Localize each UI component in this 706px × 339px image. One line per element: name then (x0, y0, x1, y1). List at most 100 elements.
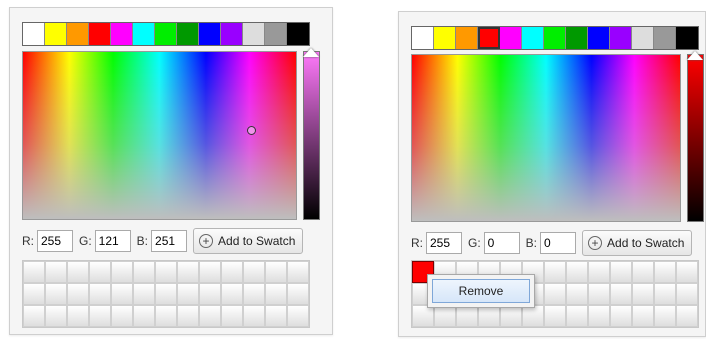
brightness-slider[interactable] (303, 48, 320, 220)
swatch-slot[interactable] (676, 305, 698, 327)
swatch-slot[interactable] (199, 261, 221, 283)
add-to-swatch-button[interactable]: + Add to Swatch (193, 228, 304, 254)
swatch-slot[interactable] (89, 283, 111, 305)
swatch-slot[interactable] (287, 261, 309, 283)
swatch-slot[interactable] (632, 261, 654, 283)
preset-swatch[interactable] (610, 27, 632, 49)
swatch-slot[interactable] (566, 261, 588, 283)
swatch-slot[interactable] (632, 283, 654, 305)
preset-swatch[interactable] (67, 23, 89, 45)
swatch-slot[interactable] (111, 283, 133, 305)
swatch-slot[interactable] (566, 305, 588, 327)
preset-swatch[interactable] (654, 27, 676, 49)
preset-swatch[interactable] (287, 23, 309, 45)
brightness-slider[interactable] (687, 51, 704, 222)
preset-swatch[interactable] (89, 23, 111, 45)
preset-swatch[interactable] (456, 27, 478, 49)
swatch-slot[interactable] (221, 283, 243, 305)
swatch-slot[interactable] (45, 305, 67, 327)
preset-swatch[interactable] (23, 23, 45, 45)
swatch-slot[interactable] (610, 283, 632, 305)
swatch-slot[interactable] (544, 305, 566, 327)
swatch-slot[interactable] (265, 283, 287, 305)
swatch-slot[interactable] (155, 283, 177, 305)
preset-swatch[interactable] (243, 23, 265, 45)
swatch-slot[interactable] (654, 261, 676, 283)
swatch-slot[interactable] (199, 283, 221, 305)
preset-swatch[interactable] (500, 27, 522, 49)
b-input[interactable] (151, 230, 188, 252)
swatch-slot[interactable] (177, 261, 199, 283)
swatch-slot[interactable] (588, 283, 610, 305)
swatch-slot[interactable] (676, 261, 698, 283)
preset-swatch[interactable] (199, 23, 221, 45)
swatch-slot[interactable] (177, 305, 199, 327)
r-input[interactable] (426, 232, 462, 254)
add-to-swatch-button[interactable]: + Add to Swatch (582, 230, 693, 256)
swatch-slot[interactable] (434, 305, 456, 327)
color-spectrum[interactable] (411, 54, 681, 222)
preset-swatch[interactable] (45, 23, 67, 45)
swatch-slot[interactable] (243, 283, 265, 305)
swatch-slot[interactable] (265, 305, 287, 327)
swatch-slot[interactable] (133, 283, 155, 305)
preset-swatch[interactable] (478, 27, 500, 49)
swatch-slot[interactable] (522, 305, 544, 327)
swatch-slot[interactable] (67, 305, 89, 327)
preset-swatch[interactable] (588, 27, 610, 49)
brightness-slider-handle[interactable] (687, 51, 703, 60)
remove-menu-item[interactable]: Remove (432, 279, 530, 303)
swatch-slot[interactable] (89, 305, 111, 327)
preset-swatch[interactable] (265, 23, 287, 45)
swatch-slot[interactable] (632, 305, 654, 327)
brightness-slider-handle[interactable] (303, 48, 319, 57)
swatch-slot[interactable] (221, 261, 243, 283)
swatch-slot[interactable] (654, 283, 676, 305)
swatch-slot[interactable] (610, 305, 632, 327)
preset-swatch[interactable] (566, 27, 588, 49)
color-spectrum[interactable] (22, 51, 297, 220)
preset-swatch[interactable] (133, 23, 155, 45)
swatch-slot[interactable] (111, 261, 133, 283)
swatch-slot[interactable] (89, 261, 111, 283)
swatch-slot[interactable] (676, 283, 698, 305)
g-input[interactable] (483, 232, 520, 254)
preset-swatch[interactable] (434, 27, 456, 49)
swatch-slot[interactable] (544, 261, 566, 283)
swatch-slot[interactable] (177, 283, 199, 305)
preset-swatch[interactable] (412, 27, 434, 49)
spectrum-marker[interactable] (247, 126, 256, 135)
swatch-slot[interactable] (243, 305, 265, 327)
swatch-slot[interactable] (133, 261, 155, 283)
swatch-slot[interactable] (500, 305, 522, 327)
preset-swatch[interactable] (177, 23, 199, 45)
preset-swatch[interactable] (544, 27, 566, 49)
swatch-slot[interactable] (287, 305, 309, 327)
g-input[interactable] (94, 230, 131, 252)
swatch-slot[interactable] (67, 283, 89, 305)
b-input[interactable] (540, 232, 577, 254)
swatch-slot[interactable] (566, 283, 588, 305)
swatch-slot[interactable] (588, 305, 610, 327)
swatch-slot[interactable] (243, 261, 265, 283)
swatch-slot[interactable] (265, 261, 287, 283)
swatch-slot[interactable] (544, 283, 566, 305)
preset-swatch[interactable] (155, 23, 177, 45)
swatch-slot[interactable] (588, 261, 610, 283)
swatch-slot[interactable] (199, 305, 221, 327)
swatch-slot[interactable] (478, 305, 500, 327)
swatch-slot[interactable] (45, 261, 67, 283)
preset-swatch[interactable] (632, 27, 654, 49)
swatch-slot[interactable] (23, 305, 45, 327)
swatch-slot[interactable] (155, 261, 177, 283)
swatch-slot[interactable] (287, 283, 309, 305)
swatch-slot[interactable] (67, 261, 89, 283)
swatch-slot[interactable] (23, 283, 45, 305)
preset-swatch[interactable] (111, 23, 133, 45)
swatch-slot[interactable] (23, 261, 45, 283)
r-input[interactable] (37, 230, 73, 252)
preset-swatch[interactable] (221, 23, 243, 45)
swatch-slot[interactable] (412, 305, 434, 327)
preset-swatch[interactable] (522, 27, 544, 49)
swatch-slot[interactable] (155, 305, 177, 327)
